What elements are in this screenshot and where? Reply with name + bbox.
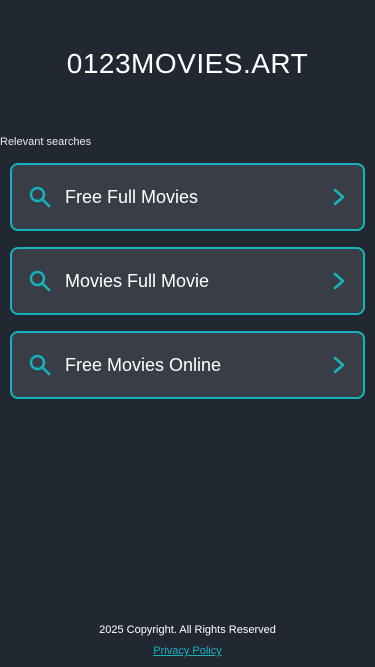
privacy-policy-link[interactable]: Privacy Policy (153, 645, 221, 657)
search-item-free-movies-online[interactable]: Free Movies Online (10, 331, 365, 399)
search-list: Free Full Movies Movies Full Movie Free … (10, 163, 365, 415)
search-item-label: Free Full Movies (65, 186, 199, 207)
search-item-movies-full-movie[interactable]: Movies Full Movie (10, 247, 365, 315)
footer-copyright: 2025 Copyright. All Rights Reserved (99, 624, 276, 636)
footer-links: Privacy Policy (0, 645, 375, 657)
search-item-free-full-movies[interactable]: Free Full Movies (10, 163, 365, 231)
search-icon (29, 354, 51, 376)
search-icon (29, 186, 51, 208)
section-label: Relevant searches (0, 136, 92, 148)
chevron-right-icon (333, 188, 345, 206)
search-icon (29, 270, 51, 292)
site-title: 0123MOVIES.ART (66, 48, 309, 79)
search-item-label: Movies Full Movie (65, 270, 210, 291)
search-item-label: Free Movies Online (65, 354, 222, 375)
chevron-right-icon (333, 272, 345, 290)
chevron-right-icon (333, 356, 345, 374)
